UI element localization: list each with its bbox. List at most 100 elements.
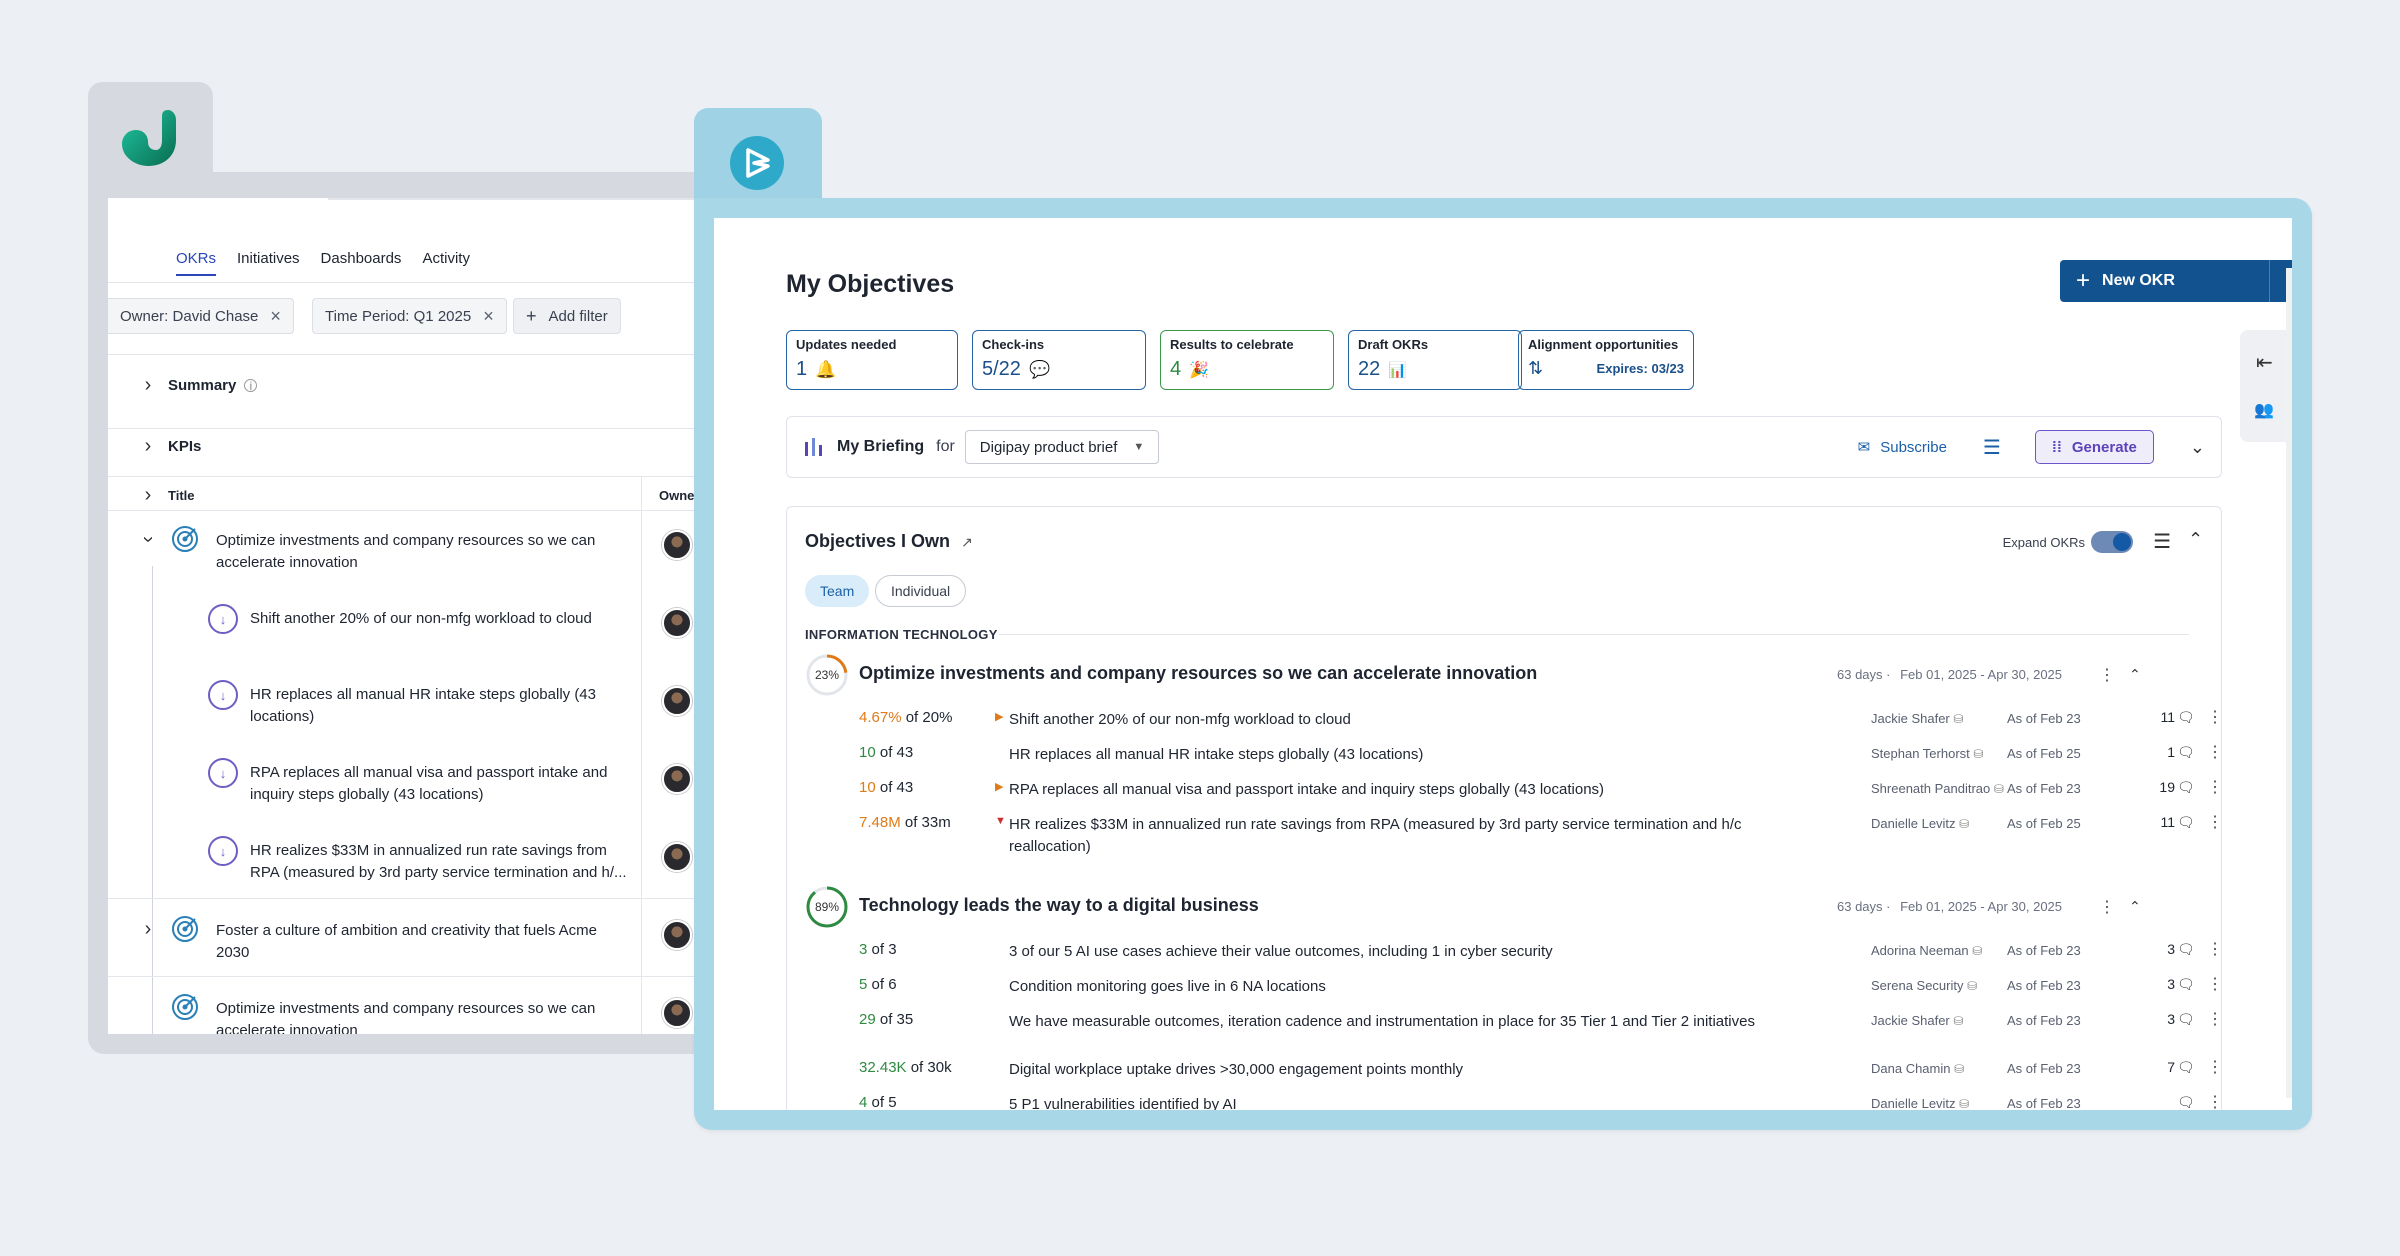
external-link-icon[interactable]: ↗ bbox=[961, 534, 973, 550]
chevron-right-icon[interactable]: › bbox=[140, 374, 156, 397]
chevron-up-icon[interactable]: ⌄ bbox=[2129, 665, 2141, 682]
kr-owner[interactable]: Dana Chamin ⛁ bbox=[1871, 1061, 1964, 1076]
list-item[interactable]: Shift another 20% of our non-mfg workloa… bbox=[250, 608, 620, 630]
card-check-ins[interactable]: Check-ins 5/22 💬 bbox=[972, 330, 1146, 390]
settings-sliders-icon[interactable]: ☰ bbox=[2153, 529, 2171, 554]
scrollbar[interactable] bbox=[2286, 268, 2292, 1098]
kr-title[interactable]: Condition monitoring goes live in 6 NA l… bbox=[1009, 976, 1769, 998]
people-icon[interactable]: 👥 bbox=[2254, 400, 2274, 420]
key-result-row[interactable]: 3 of 3 3 of our 5 AI use cases achieve th… bbox=[859, 935, 2223, 967]
kpis-row[interactable]: › KPIs bbox=[140, 435, 202, 458]
kr-owner[interactable]: Danielle Levitz ⛁ bbox=[1871, 1096, 1969, 1110]
collapse-panel-icon[interactable]: ⇤ bbox=[2256, 350, 2273, 375]
list-item[interactable]: Foster a culture of ambition and creativ… bbox=[216, 920, 616, 964]
kr-title[interactable]: HR replaces all manual HR intake steps g… bbox=[1009, 744, 1769, 766]
kr-owner[interactable]: Serena Security ⛁ bbox=[1871, 978, 1977, 993]
close-icon[interactable]: × bbox=[270, 306, 281, 327]
filter-chip-owner[interactable]: Owner: David Chase × bbox=[108, 298, 294, 334]
kr-owner[interactable]: Shreenath Panditrao ⛁ bbox=[1871, 781, 2004, 796]
add-filter-button[interactable]: + Add filter bbox=[513, 298, 621, 334]
comment-icon[interactable]: 🗨 bbox=[2177, 1059, 2195, 1076]
more-icon[interactable]: ⋮ bbox=[2207, 1092, 2223, 1110]
database-icon: ⛁ bbox=[1959, 817, 1970, 831]
key-result-row[interactable]: 5 of 6 Condition monitoring goes live in … bbox=[859, 970, 2223, 1002]
key-result-row[interactable]: 4.67% of 20% ▶ Shift another 20% of our no… bbox=[859, 703, 2223, 735]
more-icon[interactable]: ⋮ bbox=[2207, 742, 2223, 762]
list-item[interactable]: HR replaces all manual HR intake steps g… bbox=[250, 684, 620, 728]
subscribe-button[interactable]: ✉ Subscribe bbox=[1858, 438, 1947, 457]
comment-icon[interactable]: 🗨 bbox=[2177, 814, 2195, 831]
kr-title[interactable]: Digital workplace uptake drives >30,000 … bbox=[1009, 1059, 1769, 1081]
card-alignment-opportunities[interactable]: Alignment opportunities ⇅ Expires: 03/23 bbox=[1518, 330, 1694, 390]
key-result-row[interactable]: 4 of 5 5 P1 vulnerabilities identified by… bbox=[859, 1088, 2223, 1110]
more-icon[interactable]: ⋮ bbox=[2207, 777, 2223, 797]
tab-initiatives[interactable]: Initiatives bbox=[237, 250, 300, 276]
key-result-row[interactable]: 10 of 43 HR replaces all manual HR intake… bbox=[859, 738, 2223, 770]
kr-title[interactable]: 5 P1 vulnerabilities identified by AI bbox=[1009, 1094, 1769, 1110]
chevron-right-icon[interactable]: › bbox=[140, 435, 156, 458]
chevron-down-icon[interactable]: › bbox=[137, 532, 160, 548]
comment-icon[interactable]: 🗨 bbox=[2177, 1011, 2195, 1028]
more-icon[interactable]: ⋮ bbox=[2099, 897, 2115, 917]
kr-title[interactable]: RPA replaces all manual visa and passpor… bbox=[1009, 779, 1769, 801]
pill-individual[interactable]: Individual bbox=[875, 575, 967, 607]
more-icon[interactable]: ⋮ bbox=[2207, 1009, 2223, 1029]
card-draft-okrs[interactable]: Draft OKRs 22 📊 bbox=[1348, 330, 1522, 390]
tab-activity[interactable]: Activity bbox=[422, 250, 470, 276]
briefing-select[interactable]: Digipay product brief ▼ bbox=[964, 430, 1160, 464]
card-results-to-celebrate[interactable]: Results to celebrate 4 🎉 bbox=[1160, 330, 1334, 390]
key-result-row[interactable]: 10 of 43 ▶ RPA replaces all manual visa an… bbox=[859, 773, 2223, 805]
chevron-down-icon[interactable]: ⌄ bbox=[2190, 437, 2205, 458]
more-icon[interactable]: ⋮ bbox=[2207, 1057, 2223, 1077]
kr-owner[interactable]: Adorina Neeman ⛁ bbox=[1871, 943, 1982, 958]
kr-owner[interactable]: Jackie Shafer ⛁ bbox=[1871, 711, 1963, 726]
kr-title[interactable]: We have measurable outcomes, iteration c… bbox=[1009, 1011, 1769, 1033]
chevron-right-icon[interactable]: › bbox=[140, 484, 156, 507]
kr-target: of 5 bbox=[871, 1094, 897, 1110]
chevron-up-icon[interactable]: ⌄ bbox=[2188, 527, 2203, 548]
tab-dashboards[interactable]: Dashboards bbox=[321, 250, 402, 276]
card-updates-needed[interactable]: Updates needed 1 🔔 bbox=[786, 330, 958, 390]
list-item[interactable]: Optimize investments and company resourc… bbox=[216, 998, 616, 1034]
kr-owner[interactable]: Danielle Levitz ⛁ bbox=[1871, 816, 1969, 831]
more-icon[interactable]: ⋮ bbox=[2207, 974, 2223, 994]
kr-title[interactable]: Shift another 20% of our non-mfg workloa… bbox=[1009, 709, 1769, 731]
more-icon[interactable]: ⋮ bbox=[2207, 707, 2223, 727]
kr-title[interactable]: 3 of our 5 AI use cases achieve their va… bbox=[1009, 941, 1769, 963]
comment-icon[interactable]: 🗨 bbox=[2177, 941, 2195, 958]
summary-row[interactable]: › Summary i bbox=[140, 374, 258, 397]
filter-chip-time-period[interactable]: Time Period: Q1 2025 × bbox=[312, 298, 507, 334]
info-icon[interactable]: i bbox=[244, 379, 258, 393]
comment-icon[interactable]: 🗨 bbox=[2177, 779, 2195, 796]
key-result-row[interactable]: 32.43K of 30k Digital workplace uptake dr… bbox=[859, 1053, 2223, 1085]
close-icon[interactable]: × bbox=[483, 306, 494, 327]
tab-okrs[interactable]: OKRs bbox=[176, 250, 217, 276]
comment-icon[interactable]: 🗨 bbox=[2177, 709, 2195, 726]
chevron-up-icon[interactable]: ⌄ bbox=[2129, 897, 2141, 914]
chevron-right-icon[interactable]: › bbox=[140, 918, 156, 941]
database-icon: ⛁ bbox=[1954, 1062, 1965, 1076]
comment-icon[interactable]: 🗨 bbox=[2177, 1094, 2195, 1110]
kr-owner[interactable]: Jackie Shafer ⛁ bbox=[1871, 1013, 1963, 1028]
objective-title[interactable]: Technology leads the way to a digital bu… bbox=[859, 895, 1259, 916]
generate-button[interactable]: ⁞⁞ Generate bbox=[2034, 430, 2154, 464]
list-item[interactable]: RPA replaces all manual visa and passpor… bbox=[250, 762, 620, 806]
objective-target-icon bbox=[172, 526, 198, 552]
objective-title[interactable]: Optimize investments and company resourc… bbox=[859, 663, 1537, 684]
kr-owner[interactable]: Stephan Terhorst ⛁ bbox=[1871, 746, 1983, 761]
pill-team[interactable]: Team bbox=[805, 575, 870, 607]
new-okr-button[interactable]: + New OKR ⌄ bbox=[2060, 260, 2292, 302]
expand-okrs-toggle[interactable] bbox=[2091, 531, 2133, 553]
settings-sliders-icon[interactable]: ☰ bbox=[1983, 435, 2001, 460]
comment-icon[interactable]: 🗨 bbox=[2177, 744, 2195, 761]
key-result-row[interactable]: 29 of 35 We have measurable outcomes, ite… bbox=[859, 1005, 2223, 1037]
key-result-row[interactable]: 7.48M of 33m ▼ HR realizes $33M in annuali… bbox=[859, 808, 2223, 855]
party-icon: 🎉 bbox=[1189, 361, 1210, 379]
list-item[interactable]: Optimize investments and company resourc… bbox=[216, 530, 616, 574]
kr-title[interactable]: HR realizes $33M in annualized run rate … bbox=[1009, 814, 1769, 858]
more-icon[interactable]: ⋮ bbox=[2207, 812, 2223, 832]
more-icon[interactable]: ⋮ bbox=[2207, 939, 2223, 959]
more-icon[interactable]: ⋮ bbox=[2099, 665, 2115, 685]
list-item[interactable]: HR realizes $33M in annualized run rate … bbox=[250, 840, 630, 884]
comment-icon[interactable]: 🗨 bbox=[2177, 976, 2195, 993]
